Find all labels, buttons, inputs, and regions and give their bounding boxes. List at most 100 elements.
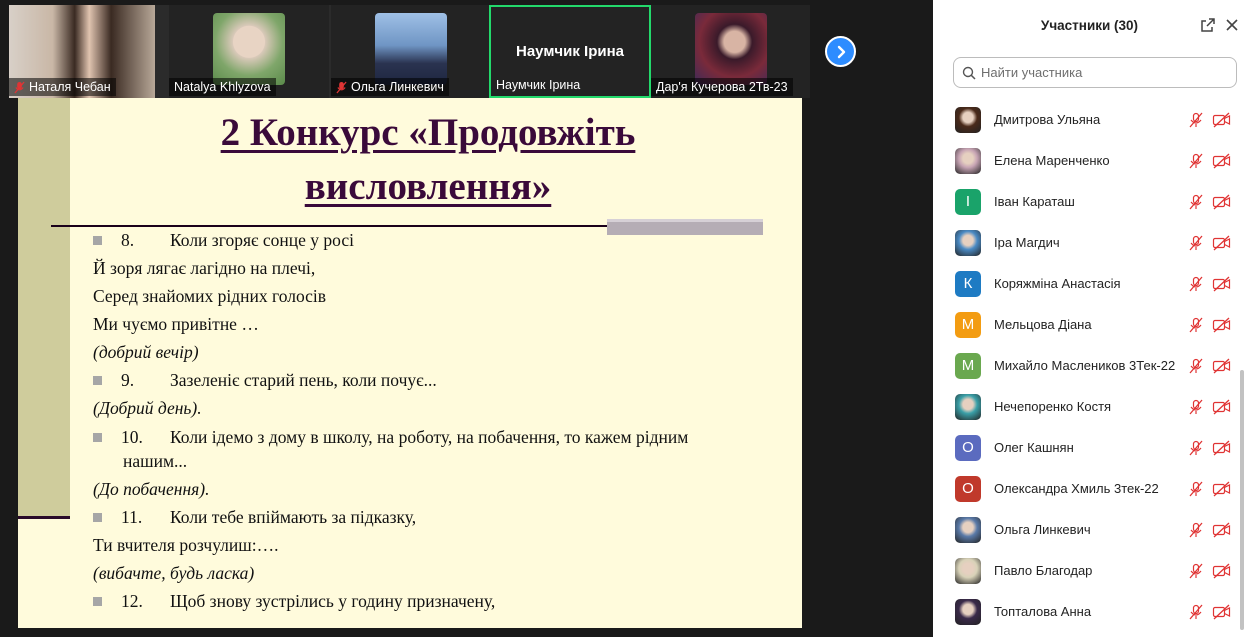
camera-off-icon[interactable]	[1212, 481, 1231, 497]
camera-off-icon[interactable]	[1212, 399, 1231, 415]
participant-photo	[694, 13, 767, 85]
slide-text-line: Й зоря лягає лагідно на плечі,	[93, 258, 315, 279]
avatar-initial: І	[955, 188, 981, 215]
participant-name: Олег Кашнян	[994, 440, 1074, 455]
video-thumbnail[interactable]: Natalya Khlyzova	[169, 5, 329, 98]
participant-name: Топталова Анна	[994, 604, 1092, 619]
camera-off-icon[interactable]	[1212, 235, 1231, 251]
video-thumbnail[interactable]: Наталя Чебан	[9, 5, 155, 98]
slide-title-line: висловлення»	[304, 165, 552, 208]
avatar-initial: О	[955, 475, 981, 502]
mic-muted-icon	[336, 81, 347, 93]
participant-row[interactable]: Нечепоренко Костя	[933, 386, 1246, 427]
camera-off-icon[interactable]	[1212, 317, 1231, 333]
slide-text: Коли тебе впіймають за підказку,	[170, 507, 417, 527]
mic-muted-icon[interactable]	[1188, 153, 1204, 169]
avatar-initial: М	[955, 352, 981, 379]
participant-name: Наталя Чебан	[29, 80, 111, 94]
participant-name: Мельцова Діана	[994, 317, 1092, 332]
camera-off-icon[interactable]	[1212, 563, 1231, 579]
slide-text: Щоб знову зустрілись у годину призначену…	[170, 591, 496, 611]
next-page-button[interactable]	[825, 36, 856, 67]
mic-muted-icon[interactable]	[1188, 604, 1204, 620]
participant-name: Михайло Маслеников 3Тек-22	[994, 358, 1176, 373]
item-number: 9.	[121, 370, 135, 390]
participant-row[interactable]: М Мельцова Діана	[933, 304, 1246, 345]
bullet-square-icon	[93, 236, 102, 245]
video-thumbnail-strip: Наталя Чебан Natalya Khlyzova Ольга Линк…	[9, 5, 810, 98]
participant-row[interactable]: Елена Маренченко	[933, 140, 1246, 181]
slide-text: Зазеленіє старий пень, коли почує...	[170, 370, 437, 390]
search-input[interactable]	[981, 65, 1221, 80]
camera-off-icon[interactable]	[1212, 112, 1231, 128]
mic-muted-icon[interactable]	[1188, 399, 1204, 415]
participant-name: Ольга Линкевич	[994, 522, 1091, 537]
participant-row[interactable]: О Олег Кашнян	[933, 427, 1246, 468]
slide-text-line: Ми чуємо привітне …	[93, 314, 259, 335]
slide-text-line: 10. Коли ідемо з дому в школу, на роботу,…	[93, 427, 688, 448]
participant-row[interactable]: К Коряжміна Анастасія	[933, 263, 1246, 304]
participant-row[interactable]: Іра Магдич	[933, 222, 1246, 263]
mic-muted-icon[interactable]	[1188, 358, 1204, 374]
participant-name: Елена Маренченко	[994, 153, 1110, 168]
slide-text-line: Ти вчителя розчулиш:….	[93, 535, 279, 556]
slide-text: (вибачте, будь ласка)	[93, 563, 255, 583]
thumbnail-name-bar: Наталя Чебан	[9, 78, 116, 96]
zoom-meeting-window: Наталя Чебан Natalya Khlyzova Ольга Линк…	[0, 0, 1246, 637]
participant-row[interactable]: М Михайло Маслеников 3Тек-22	[933, 345, 1246, 386]
video-thumbnail-active-speaker[interactable]: Наумчик Ірина Наумчик Ірина	[489, 5, 651, 98]
mic-muted-icon[interactable]	[1188, 563, 1204, 579]
mic-muted-icon	[14, 81, 25, 93]
mic-muted-icon[interactable]	[1188, 112, 1204, 128]
shared-screen-slide: 2 Конкурс «Продовжіть висловлення» 8. Кол…	[18, 98, 802, 628]
avatar-photo	[955, 557, 981, 584]
participant-row[interactable]: Ольга Линкевич	[933, 509, 1246, 550]
mic-muted-icon[interactable]	[1188, 522, 1204, 538]
item-number: 10.	[121, 427, 143, 447]
mic-muted-icon[interactable]	[1188, 235, 1204, 251]
mic-muted-icon[interactable]	[1188, 481, 1204, 497]
chevron-right-icon	[837, 45, 845, 58]
mic-muted-icon[interactable]	[1188, 194, 1204, 210]
slide-title-line: 2 Конкурс «Продовжіть	[220, 111, 636, 154]
panel-header: Участники (30)	[933, 0, 1246, 50]
mic-muted-icon[interactable]	[1188, 440, 1204, 456]
video-thumbnail[interactable]: Дар'я Кучерова 2Тв-23	[651, 5, 810, 98]
participant-row[interactable]: Топталова Анна	[933, 591, 1246, 632]
slide-text: Ти вчителя розчулиш:….	[93, 535, 279, 555]
camera-off-icon[interactable]	[1212, 276, 1231, 292]
camera-off-icon[interactable]	[1212, 522, 1231, 538]
participant-name: Дмитрова Ульяна	[994, 112, 1101, 127]
participant-name: Іван Караташ	[994, 194, 1075, 209]
camera-off-icon[interactable]	[1212, 358, 1231, 374]
avatar-initial: М	[955, 311, 981, 338]
slide-text: Й зоря лягає лагідно на плечі,	[93, 258, 316, 278]
participants-panel: Участники (30) Дмитрова Ульяна Елена Маре…	[933, 0, 1246, 637]
camera-off-icon[interactable]	[1212, 440, 1231, 456]
slide-side-band	[18, 98, 70, 516]
participant-row[interactable]: Павло Благодар	[933, 550, 1246, 591]
popout-icon[interactable]	[1200, 17, 1216, 33]
mic-muted-icon[interactable]	[1188, 276, 1204, 292]
participant-name: Наумчик Ірина	[496, 78, 581, 92]
participant-row[interactable]: О Олександра Хмиль 3тек-22	[933, 468, 1246, 509]
slide-text: Коли згоряє сонце у росі	[170, 230, 354, 250]
item-number: 11.	[121, 507, 143, 527]
search-field[interactable]	[953, 57, 1237, 88]
slide-text: (Добрий день).	[93, 398, 202, 418]
slide-text-line: (вибачте, будь ласка)	[93, 563, 254, 584]
participant-row[interactable]: Дмитрова Ульяна	[933, 99, 1246, 140]
slide-text: Ми чуємо привітне …	[93, 314, 259, 334]
camera-off-icon[interactable]	[1212, 153, 1231, 169]
participant-name: Павло Благодар	[994, 563, 1093, 578]
mic-muted-icon[interactable]	[1188, 317, 1204, 333]
video-thumbnail[interactable]: Ольга Линкевич	[331, 5, 491, 98]
participant-list-scrollbar[interactable]	[1240, 370, 1244, 630]
participant-name: Дар'я Кучерова 2Тв-23	[656, 80, 788, 94]
camera-off-icon[interactable]	[1212, 194, 1231, 210]
meeting-area: Наталя Чебан Natalya Khlyzova Ольга Линк…	[0, 0, 933, 637]
participant-name: Ольга Линкевич	[351, 80, 444, 94]
camera-off-icon[interactable]	[1212, 604, 1231, 620]
participant-row[interactable]: І Іван Караташ	[933, 181, 1246, 222]
close-icon[interactable]	[1224, 17, 1240, 33]
